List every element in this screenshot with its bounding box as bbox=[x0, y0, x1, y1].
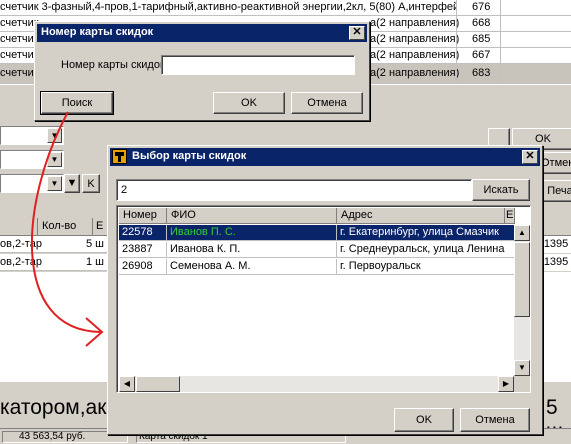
row-number: 668 bbox=[472, 17, 491, 29]
row-fragment: а(2 направления) bbox=[370, 33, 460, 45]
dialog-title-bar: Выбор карты скидок ✕ bbox=[110, 148, 540, 166]
chevron-down-icon[interactable]: ▼ bbox=[47, 176, 62, 191]
small-dropdown-button[interactable]: ▼ bbox=[64, 174, 80, 193]
scroll-left-icon[interactable]: ◀ bbox=[119, 376, 135, 392]
column-header: Кол-во bbox=[42, 220, 77, 232]
row-number: 683 bbox=[472, 67, 491, 79]
k-button[interactable]: K bbox=[82, 174, 100, 193]
search-button[interactable]: Поиск bbox=[40, 91, 114, 115]
cancel-button[interactable]: Отмена bbox=[460, 408, 530, 432]
close-icon[interactable]: ✕ bbox=[522, 150, 538, 164]
row-fragment: а(2 направления) bbox=[370, 67, 460, 79]
summary-text: катором,акт bbox=[0, 396, 117, 419]
find-button[interactable]: Искать bbox=[472, 179, 530, 201]
scroll-thumb[interactable] bbox=[514, 242, 530, 317]
column-header-e[interactable]: E bbox=[505, 208, 515, 224]
dialog-title-bar: Номер карты скидок ✕ bbox=[37, 24, 367, 42]
table-row[interactable]: счетчик 3-фазный,4-пров,1-тарифный,актив… bbox=[0, 0, 571, 16]
scroll-right-icon[interactable]: ▶ bbox=[498, 376, 514, 392]
filter-combo-2[interactable]: ▼ bbox=[0, 150, 64, 169]
ok-button[interactable]: OK bbox=[394, 408, 454, 432]
chevron-down-icon[interactable]: ▼ bbox=[47, 128, 62, 143]
scroll-up-icon[interactable]: ▲ bbox=[514, 225, 530, 241]
horizontal-scrollbar[interactable]: ◀ ▶ bbox=[119, 376, 514, 392]
close-icon[interactable]: ✕ bbox=[349, 26, 365, 40]
row-number: 676 bbox=[472, 1, 491, 13]
cards-grid[interactable]: Номер ФИО Адрес E 22578 Иванов П. С. г. … bbox=[116, 205, 531, 393]
vertical-scrollbar[interactable]: ▲ ▼ bbox=[514, 225, 530, 376]
row-fragment: а(2 направления) bbox=[370, 49, 460, 61]
ok-button[interactable]: OK bbox=[213, 92, 285, 114]
card-number-label: Номер карты скидок: bbox=[61, 59, 168, 71]
discount-card-select-dialog: Выбор карты скидок ✕ 2 Искать Номер ФИО … bbox=[107, 145, 543, 435]
dialog-title: Номер карты скидок bbox=[41, 26, 154, 38]
scroll-down-icon[interactable]: ▼ bbox=[514, 360, 530, 376]
row-code: к1395 bbox=[539, 256, 569, 268]
column-header-fio[interactable]: ФИО bbox=[167, 208, 337, 224]
column-header-address[interactable]: Адрес bbox=[337, 208, 505, 224]
filter-combo-3[interactable]: ▼ bbox=[0, 174, 64, 193]
background-cancel-button[interactable]: Отмена bbox=[540, 152, 571, 174]
row-description: счетчик 3-фазный,4-пров,1-тарифный,актив… bbox=[0, 1, 456, 13]
row-number: 667 bbox=[472, 49, 491, 61]
row-code: к1395 bbox=[539, 238, 569, 250]
row-fragment: а(2 направления) bbox=[370, 17, 460, 29]
scroll-thumb[interactable] bbox=[136, 376, 180, 392]
search-input[interactable]: 2 bbox=[116, 179, 472, 201]
cancel-button[interactable]: Отмена bbox=[291, 92, 363, 114]
dialog-title: Выбор карты скидок bbox=[132, 150, 247, 162]
table-row[interactable]: ов,2-тар 1 ш bbox=[0, 254, 110, 271]
filter-combo-1[interactable]: ▼ bbox=[0, 126, 64, 145]
table-header: Кол-во E bbox=[0, 218, 110, 236]
print-button[interactable]: Печа bbox=[540, 180, 571, 202]
row-number: 685 bbox=[472, 33, 491, 45]
table-empty-area bbox=[0, 272, 110, 382]
column-header: E bbox=[96, 220, 104, 232]
discount-card-number-dialog: Номер карты скидок ✕ Номер карты скидок:… bbox=[34, 21, 370, 121]
app-icon bbox=[112, 149, 127, 164]
card-number-input[interactable] bbox=[161, 55, 355, 75]
scroll-corner bbox=[514, 376, 530, 392]
chevron-down-icon[interactable]: ▼ bbox=[47, 152, 62, 167]
column-header-number[interactable]: Номер bbox=[119, 208, 167, 224]
table-row[interactable]: ов,2-тар 5 ш bbox=[0, 236, 110, 253]
